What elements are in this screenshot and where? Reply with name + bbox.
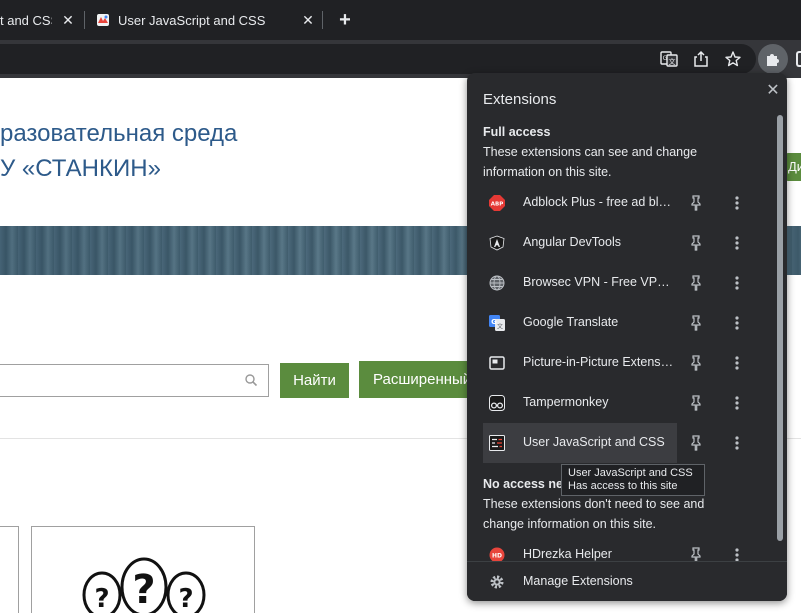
- extension-row-tampermonkey[interactable]: Tampermonkey: [483, 383, 777, 423]
- extension-row-hdrezka-helper[interactable]: HD HDrezka Helper: [483, 535, 777, 561]
- puzzle-icon: [767, 54, 779, 66]
- gear-icon: [490, 575, 504, 589]
- extension-row-adblock-plus[interactable]: ABP Adblock Plus - free ad blocker: [483, 183, 777, 223]
- extension-name: Tampermonkey: [523, 395, 609, 409]
- svg-text:HD: HD: [492, 553, 502, 560]
- tab-title: User JavaScript and CSS: [118, 12, 266, 28]
- tooltip-title: User JavaScript and CSS: [568, 467, 693, 479]
- full-access-heading: Full access: [483, 125, 551, 139]
- angular-icon: [489, 235, 505, 251]
- extension-row-google-translate[interactable]: G 文 Google Translate: [483, 303, 777, 343]
- extension-row-picture-in-picture[interactable]: Picture-in-Picture Extension: [483, 343, 777, 383]
- page-heading-line2: У «СТАНКИН»: [0, 155, 161, 182]
- extension-row-angular-devtools[interactable]: Angular DevTools: [483, 223, 777, 263]
- side-tab-button[interactable]: Ди: [785, 153, 801, 181]
- abp-icon: ABP: [489, 195, 505, 211]
- more-vert-icon[interactable]: [729, 315, 745, 331]
- extension-name: Google Translate: [523, 315, 619, 329]
- card[interactable]: ? ? ?: [31, 526, 255, 613]
- new-tab-button[interactable]: +: [334, 9, 356, 31]
- tampermonkey-icon: [489, 395, 505, 411]
- svg-text:?: ?: [132, 567, 155, 613]
- more-vert-icon[interactable]: [729, 435, 745, 451]
- extensions-button[interactable]: [758, 44, 788, 74]
- more-vert-icon[interactable]: [729, 275, 745, 291]
- pin-icon[interactable]: [689, 435, 703, 451]
- hdrezka-icon: HD: [489, 547, 505, 561]
- extension-row-browsec-vpn[interactable]: Browsec VPN - Free VPN for Chrome: [483, 263, 777, 303]
- user-js-css-favicon-icon: [97, 14, 109, 26]
- no-access-heading: No access ne: [483, 477, 563, 491]
- profile-button-edge[interactable]: [796, 51, 801, 67]
- more-vert-icon[interactable]: [729, 355, 745, 371]
- tab-title: t and CSS: [0, 12, 52, 28]
- extension-tooltip: User JavaScript and CSS Has access to th…: [561, 464, 705, 496]
- search-input[interactable]: [0, 364, 269, 397]
- extensions-popup: Extensions ✕ Full access These extension…: [467, 73, 787, 601]
- close-tab-icon[interactable]: ✕: [300, 12, 316, 28]
- more-vert-icon[interactable]: [729, 547, 745, 561]
- svg-text:G: G: [663, 55, 668, 62]
- translate-icon[interactable]: 文 G: [660, 50, 678, 68]
- more-vert-icon[interactable]: [729, 235, 745, 251]
- pin-icon[interactable]: [689, 235, 703, 251]
- tab-user-js-css[interactable]: User JavaScript and CSS ✕: [84, 0, 322, 40]
- svg-text:?: ?: [178, 584, 193, 613]
- svg-text:?: ?: [94, 584, 109, 613]
- extension-name: Angular DevTools: [523, 235, 621, 249]
- pin-icon[interactable]: [689, 355, 703, 371]
- svg-text:ABP: ABP: [491, 202, 503, 208]
- more-vert-icon[interactable]: [729, 195, 745, 211]
- manage-extensions-button[interactable]: Manage Extensions: [467, 561, 787, 601]
- pin-icon[interactable]: [689, 395, 703, 411]
- tooltip-subtitle: Has access to this site: [568, 480, 678, 492]
- close-icon[interactable]: ✕: [763, 81, 783, 101]
- unknown-users-icon: ? ? ?: [82, 557, 206, 613]
- advanced-search-button[interactable]: Расширенный: [359, 361, 479, 398]
- manage-extensions-label: Manage Extensions: [523, 574, 633, 588]
- extension-name: Browsec VPN - Free VPN for Chrome: [523, 275, 675, 289]
- page-heading-line1: разовательная среда: [0, 120, 238, 147]
- extension-name: Adblock Plus - free ad blocker: [523, 195, 675, 209]
- star-icon[interactable]: [724, 50, 742, 68]
- tab-separator: [322, 11, 323, 29]
- close-tab-icon[interactable]: ✕: [60, 12, 76, 28]
- find-button[interactable]: Найти: [280, 363, 349, 398]
- svg-text:文: 文: [669, 57, 676, 66]
- page-heading: разовательная среда У «СТАНКИН»: [0, 116, 237, 186]
- google-translate-icon: G 文: [489, 315, 505, 331]
- more-vert-icon[interactable]: [729, 395, 745, 411]
- scrollbar-thumb[interactable]: [777, 115, 783, 541]
- tab-previous[interactable]: t and CSS ✕: [0, 0, 82, 40]
- share-icon[interactable]: [692, 50, 710, 68]
- no-access-description: These extensions don't need to see and c…: [483, 497, 705, 531]
- pin-icon[interactable]: [689, 547, 703, 561]
- pip-icon: [489, 356, 505, 370]
- full-access-description: These extensions can see and change info…: [483, 145, 698, 179]
- tab-strip: t and CSS ✕ User JavaScript and CSS ✕ +: [0, 0, 801, 40]
- pin-icon[interactable]: [689, 275, 703, 291]
- pin-icon[interactable]: [689, 315, 703, 331]
- popup-title: Extensions: [483, 91, 557, 108]
- svg-text:文: 文: [497, 323, 503, 331]
- extension-name: HDrezka Helper: [523, 547, 612, 561]
- globe-icon: [489, 275, 505, 291]
- extension-name: Picture-in-Picture Extension: [523, 355, 675, 369]
- card[interactable]: [0, 526, 19, 613]
- address-bar[interactable]: [0, 44, 756, 74]
- search-icon: [245, 374, 258, 387]
- pin-icon[interactable]: [689, 195, 703, 211]
- extension-row-user-js-css-actions: [483, 423, 777, 463]
